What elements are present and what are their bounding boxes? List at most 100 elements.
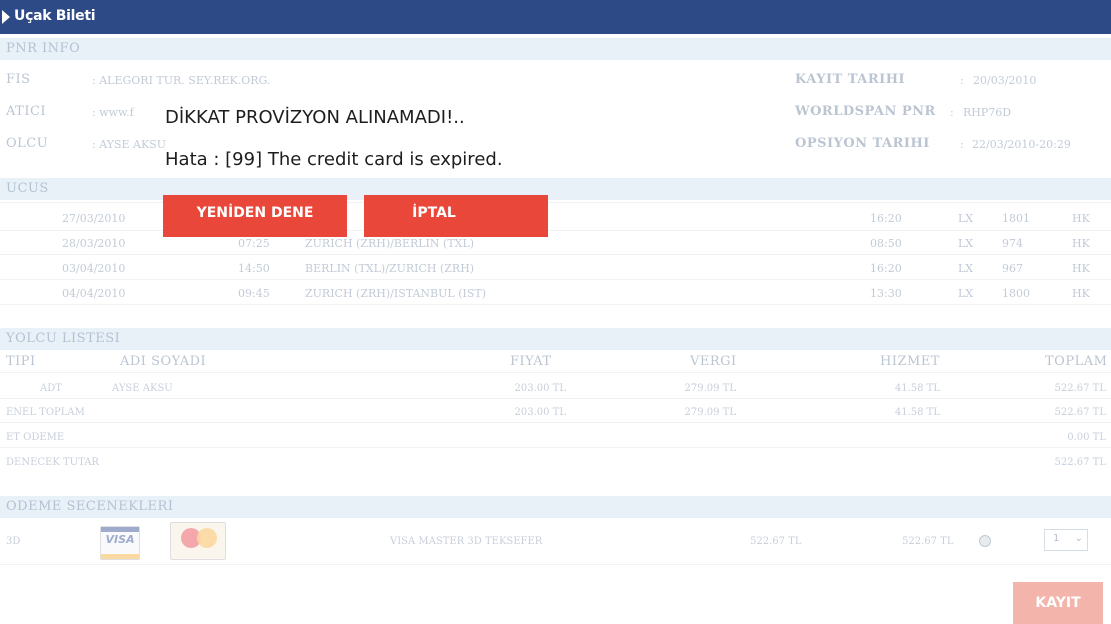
passenger-type: ADT	[40, 383, 62, 394]
opsiyon-tarihi-label: OPSIYON TARIHI	[795, 136, 930, 151]
flight-route: BERLIN (TXL)/ZURICH (ZRH)	[305, 262, 475, 275]
flight-date: 03/04/2010	[62, 262, 126, 275]
payment-option-name: VISA MASTER 3D TEKSEFER	[390, 536, 543, 547]
flight-arrival: 16:20	[870, 212, 902, 225]
section-payment: ODEME SECENEKLERI	[0, 496, 1111, 518]
col-header-service: HIZMET	[880, 354, 940, 369]
pnr-label: OLCU	[6, 136, 49, 151]
divider	[0, 372, 1111, 373]
separator: :	[960, 138, 964, 151]
pnr-value: : ALEGORI TUR. SEY.REK.ORG.	[92, 74, 271, 87]
net-odeme-total: 0.00 TL	[1067, 432, 1106, 443]
divider	[0, 398, 1111, 399]
flight-date: 04/04/2010	[62, 287, 126, 300]
genel-toplam-service: 41.58 TL	[894, 407, 940, 418]
odenecek-tutar-label: DENECEK TUTAR	[6, 457, 99, 468]
section-passengers: YOLCU LISTESI	[0, 328, 1111, 350]
passenger-price: 203.00 TL	[514, 383, 566, 394]
section-pnr-info: PNR INFO	[0, 38, 1111, 60]
col-header-name: ADI SOYADI	[120, 354, 207, 369]
section-heading: UCUS	[6, 181, 49, 196]
passenger-name: AYSE AKSU	[112, 383, 173, 394]
cancel-button-label: İPTAL	[412, 205, 456, 221]
pnr-label: ATICI	[6, 104, 47, 119]
installment-value: 1	[1053, 533, 1060, 544]
pnr-label: FIS	[6, 72, 31, 87]
worldspan-pnr-label: WORLDSPAN PNR	[795, 104, 936, 119]
retry-button-label: YENİDEN DENE	[196, 205, 314, 221]
pnr-value: : AYSE AKSU	[92, 138, 166, 151]
payment-amount: 522.67 TL	[902, 536, 954, 547]
chevron-down-icon: ⌄	[1074, 533, 1083, 544]
payment-amount: 522.67 TL	[750, 536, 802, 547]
flight-status: HK	[1072, 212, 1090, 225]
flight-status: HK	[1072, 287, 1090, 300]
pnr-value: : www.f	[92, 106, 134, 119]
save-button[interactable]: KAYIT	[1013, 582, 1103, 624]
passenger-service: 41.58 TL	[894, 383, 940, 394]
kayit-tarihi-value: 20/03/2010	[973, 74, 1037, 87]
separator: :	[960, 74, 964, 87]
section-heading: PNR INFO	[6, 41, 81, 56]
section-heading: YOLCU LISTESI	[6, 331, 121, 346]
flight-time: 14:50	[238, 262, 270, 275]
col-header-price: FIYAT	[510, 354, 552, 369]
col-header-type: TIPI	[6, 354, 36, 369]
genel-toplam-label: ENEL TOPLAM	[6, 407, 85, 418]
installment-select[interactable]: 1 ⌄	[1044, 529, 1088, 551]
flight-number: 1800	[1002, 287, 1030, 300]
payment-code: 3D	[6, 536, 21, 547]
genel-toplam-price: 203.00 TL	[514, 407, 566, 418]
genel-toplam-total: 522.67 TL	[1054, 407, 1106, 418]
visa-card-icon: VISA	[100, 526, 140, 560]
visa-logo: VISA	[105, 533, 135, 546]
mastercard-circle	[197, 528, 217, 548]
flight-route: ZURICH (ZRH)/ISTANBUL (IST)	[305, 287, 486, 300]
worldspan-pnr-value: RHP76D	[963, 106, 1012, 119]
retry-button[interactable]: YENİDEN DENE	[163, 195, 347, 237]
passenger-total: 522.67 TL	[1054, 383, 1106, 394]
flight-airline: LX	[958, 212, 974, 225]
flight-arrival: 16:20	[870, 262, 902, 275]
odenecek-tutar-total: 522.67 TL	[1054, 457, 1106, 468]
divider	[0, 564, 1111, 565]
opsiyon-tarihi-value: 22/03/2010-20:29	[972, 138, 1071, 151]
col-header-tax: VERGI	[690, 354, 737, 369]
divider	[0, 254, 1111, 255]
divider	[0, 279, 1111, 280]
flight-status: HK	[1072, 237, 1090, 250]
window-titlebar: Uçak Bileti	[0, 0, 1111, 34]
flight-status: HK	[1072, 262, 1090, 275]
visa-card-stripe	[101, 527, 139, 532]
flight-airline: LX	[958, 237, 974, 250]
kayit-tarihi-label: KAYIT TARIHI	[795, 72, 906, 87]
arrow-right-icon	[2, 10, 10, 24]
payment-option-radio[interactable]	[979, 535, 991, 547]
mastercard-icon	[170, 522, 226, 560]
genel-toplam-tax: 279.09 TL	[684, 407, 736, 418]
flight-airline: LX	[958, 287, 974, 300]
flight-date: 27/03/2010	[62, 212, 126, 225]
cancel-button[interactable]: İPTAL	[364, 195, 548, 237]
passenger-tax: 279.09 TL	[684, 383, 736, 394]
flight-date: 28/03/2010	[62, 237, 126, 250]
flight-time: 09:45	[238, 287, 270, 300]
flight-arrival: 08:50	[870, 237, 902, 250]
separator: :	[950, 106, 954, 119]
dialog-title: DİKKAT PROVİZYON ALINAMADI!..	[165, 107, 465, 128]
flight-arrival: 13:30	[870, 287, 902, 300]
window-title: Uçak Bileti	[14, 8, 96, 24]
visa-card-stripe	[101, 554, 139, 559]
net-odeme-label: ET ODEME	[6, 432, 65, 443]
dialog-message: Hata : [99] The credit card is expired.	[165, 149, 503, 170]
flight-number: 1801	[1002, 212, 1030, 225]
col-header-total: TOPLAM	[1045, 354, 1108, 369]
flight-time: 07:25	[238, 237, 270, 250]
flight-route: ZURICH (ZRH)/BERLIN (TXL)	[305, 237, 475, 250]
divider	[0, 304, 1111, 305]
flight-number: 974	[1002, 237, 1023, 250]
section-heading: ODEME SECENEKLERI	[6, 499, 174, 514]
divider	[0, 422, 1111, 423]
flight-number: 967	[1002, 262, 1023, 275]
flight-airline: LX	[958, 262, 974, 275]
